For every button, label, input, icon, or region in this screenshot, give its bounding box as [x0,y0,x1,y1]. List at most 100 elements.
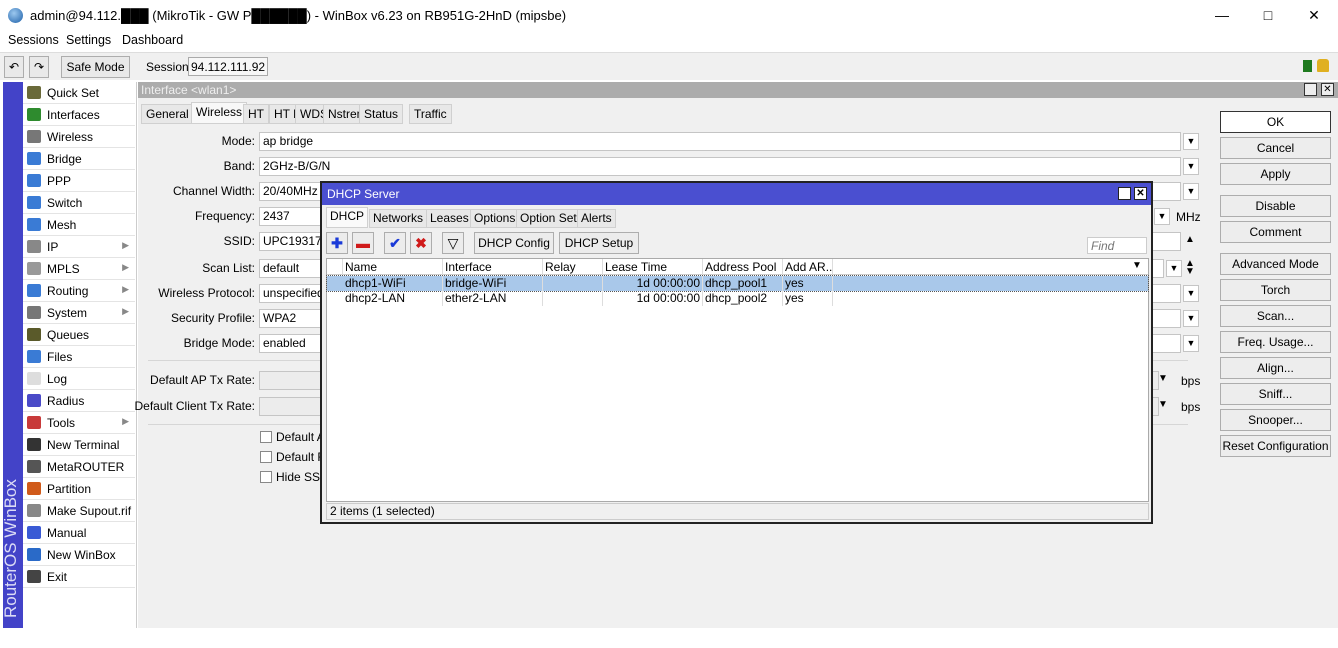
column-menu-icon[interactable]: ▼ [1132,260,1142,271]
tab-traffic[interactable]: Traffic [409,104,452,124]
dropdown-icon[interactable]: ▼ [1158,399,1168,410]
column-header-address-pool[interactable]: Address Pool [703,259,783,275]
submenu-arrow-icon: ▶ [122,416,129,426]
scan-button[interactable]: Scan... [1220,305,1331,327]
snooper-button[interactable]: Snooper... [1220,409,1331,431]
sidebar-item-ip[interactable]: IP ▶ [23,236,135,258]
close-icon[interactable]: ✕ [1321,83,1334,96]
column-header-add-ar[interactable]: Add AR... [783,259,833,275]
sidebar-item-bridge[interactable]: Bridge [23,148,135,170]
disable-button[interactable]: Disable [1220,195,1331,217]
find-input[interactable] [1087,237,1147,254]
torch-button[interactable]: Torch [1220,279,1331,301]
sidebar-item-queues[interactable]: Queues [23,324,135,346]
tab-status[interactable]: Status [359,104,404,124]
advanced-mode-button[interactable]: Advanced Mode [1220,253,1331,275]
sidebar-item-switch[interactable]: Switch [23,192,135,214]
dropdown-icon[interactable]: ▼ [1158,373,1168,384]
checkbox[interactable] [260,431,272,443]
sidebar-item-quick-set[interactable]: Quick Set [23,82,135,104]
enable-check-icon[interactable]: ✔ [384,232,406,254]
checkbox[interactable] [260,451,272,463]
column-header-interface[interactable]: Interface [443,259,543,275]
sidebar-item-make-supout-rif[interactable]: Make Supout.rif [23,500,135,522]
sidebar-item-radius[interactable]: Radius [23,390,135,412]
field-band-input[interactable]: 2GHz-B/G/N [259,157,1181,176]
sidebar-item-ppp[interactable]: PPP [23,170,135,192]
close-icon[interactable]: ✕ [1134,187,1147,200]
sidebar-item-log[interactable]: Log [23,368,135,390]
sidebar-item-label: New WinBox [47,548,116,562]
dropdown-icon[interactable]: ▼ [1183,183,1199,200]
dropdown-icon[interactable]: ▼ [1183,285,1199,302]
reset-configuration-button[interactable]: Reset Configuration [1220,435,1331,457]
dhcp-config-button[interactable]: DHCP Config [474,232,554,254]
add-icon[interactable]: ✚ [326,232,348,254]
menu-settings[interactable]: Settings [66,33,111,47]
sidebar-item-partition[interactable]: Partition [23,478,135,500]
tab-general[interactable]: General [141,104,194,124]
cancel-button[interactable]: Cancel [1220,137,1331,159]
remove-icon[interactable]: ▬ [352,232,374,254]
sidebar-item-files[interactable]: Files [23,346,135,368]
dropdown-icon[interactable]: ▼ [1183,335,1199,352]
comment-button[interactable]: Comment [1220,221,1331,243]
sidebar-item-mesh[interactable]: Mesh [23,214,135,236]
freq-usage-button[interactable]: Freq. Usage... [1220,331,1331,353]
disable-x-icon[interactable]: ✖ [410,232,432,254]
ok-button[interactable]: OK [1220,111,1331,133]
up-arrow-icon[interactable]: ▲ [1185,234,1195,245]
dropdown-icon[interactable]: ▼ [1154,208,1170,225]
minimize-button[interactable]: — [1202,4,1242,26]
maximize-button[interactable]: □ [1248,4,1288,26]
undo-button[interactable]: ↶ [4,56,24,78]
tab-options[interactable]: Options [470,209,520,228]
sidebar-item-tools[interactable]: Tools ▶ [23,412,135,434]
maximize-icon[interactable] [1118,187,1131,200]
submenu-arrow-icon: ▶ [122,306,129,316]
column-header-name[interactable]: Name [343,259,443,275]
sidebar-item-exit[interactable]: Exit [23,566,135,588]
close-button[interactable]: ✕ [1294,4,1334,26]
tab-networks[interactable]: Networks [369,209,428,228]
sniff-button[interactable]: Sniff... [1220,383,1331,405]
table-row[interactable]: dhcp2-LAN ether2-LAN 1d 00:00:00 dhcp_pool2… [327,291,1148,306]
checkbox[interactable] [260,471,272,483]
dropdown-icon[interactable]: ▼ [1166,260,1182,277]
sidebar-item-metarouter[interactable]: MetaROUTER [23,456,135,478]
redo-button[interactable]: ↷ [29,56,49,78]
sidebar-item-label: Routing [47,284,89,298]
sidebar-item-new-terminal[interactable]: New Terminal [23,434,135,456]
sidebar-item-wireless[interactable]: Wireless [23,126,135,148]
sidebar-item-routing[interactable]: Routing ▶ [23,280,135,302]
maximize-icon[interactable] [1304,83,1317,96]
field-label: Frequency: [194,209,255,223]
sidebar-item-system[interactable]: System ▶ [23,302,135,324]
session-value[interactable]: 94.112.111.92 [188,57,269,76]
tab-leases[interactable]: Leases [426,209,473,228]
sidebar-item-new-winbox[interactable]: New WinBox [23,544,135,566]
column-header-relay[interactable]: Relay [543,259,603,275]
sidebar-item-mpls[interactable]: MPLS ▶ [23,258,135,280]
dropdown-icon[interactable]: ▼ [1183,133,1199,150]
field-mode-input[interactable]: ap bridge [259,132,1181,151]
tab-ht[interactable]: HT [243,104,269,124]
safe-mode-button[interactable]: Safe Mode [61,56,130,78]
dropdown-icon[interactable]: ▼ [1183,310,1199,327]
table-row[interactable]: dhcp1-WiFi bridge-WiFi 1d 00:00:00 dhcp_poo… [326,275,1149,292]
sidebar-item-manual[interactable]: Manual [23,522,135,544]
tab-dhcp[interactable]: DHCP [326,207,369,228]
tab-wireless[interactable]: Wireless [191,102,248,124]
align-button[interactable]: Align... [1220,357,1331,379]
apply-button[interactable]: Apply [1220,163,1331,185]
sidebar-item-interfaces[interactable]: Interfaces [23,104,135,126]
sidebar-item-label: Make Supout.rif [47,504,132,518]
tab-alerts[interactable]: Alerts [577,209,616,228]
filter-icon[interactable]: ▽ [442,232,464,254]
dropdown-icon[interactable]: ▼ [1183,158,1199,175]
menu-sessions[interactable]: Sessions [8,33,59,47]
menu-dashboard[interactable]: Dashboard [122,33,183,47]
dhcp-setup-button[interactable]: DHCP Setup [559,232,639,254]
updown-arrow-icon[interactable]: ▲ ▼ [1185,259,1195,277]
column-header-lease-time[interactable]: Lease Time [603,259,703,275]
